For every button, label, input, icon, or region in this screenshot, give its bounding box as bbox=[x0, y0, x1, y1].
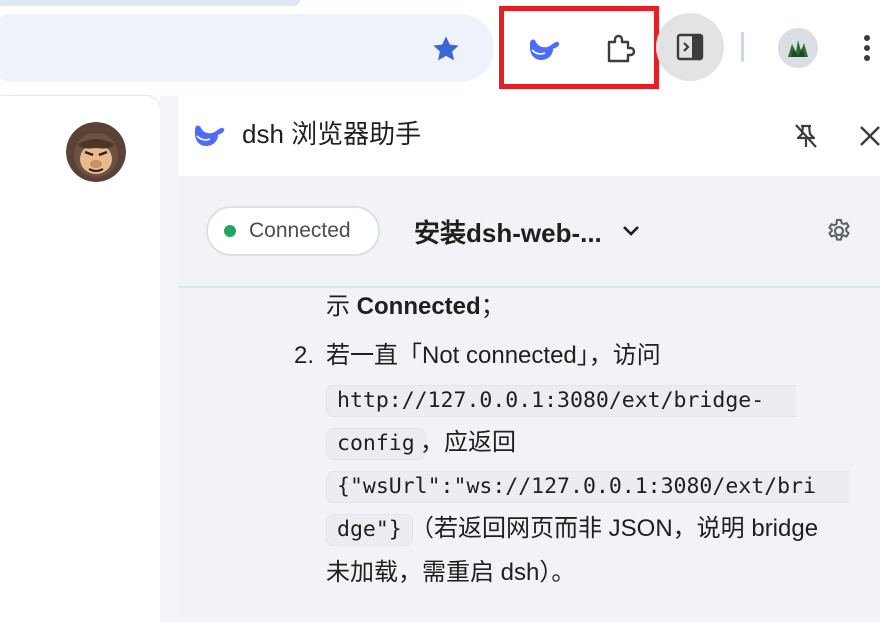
address-bar[interactable] bbox=[0, 14, 494, 82]
session-title: 安装dsh-web-... bbox=[414, 217, 602, 248]
session-dropdown[interactable]: 安装dsh-web-... bbox=[414, 206, 664, 256]
message-text: （若返回网页而非 JSON，说明 bridge bbox=[410, 515, 819, 542]
side-panel-body: Connected 安装dsh-web-... 示 Connected； 2. … bbox=[178, 176, 880, 622]
monkey-avatar-icon bbox=[66, 122, 126, 182]
browser-toolbar bbox=[0, 0, 880, 96]
assistant-message: 示 Connected； 2. 若一直「Not connected」，访问 ht… bbox=[178, 288, 880, 622]
side-panel-toggle-button[interactable] bbox=[656, 13, 724, 81]
browser-menu-button[interactable] bbox=[852, 28, 880, 68]
message-bold-text: Connected bbox=[356, 293, 481, 320]
status-bar: Connected 安装dsh-web-... bbox=[178, 176, 880, 288]
message-text: ，应返回 bbox=[420, 429, 516, 456]
list-item-number: 2. bbox=[294, 342, 315, 369]
toolbar-divider bbox=[741, 32, 744, 62]
inline-code: http://127.0.0.1:3080/ext/bridge- bbox=[326, 385, 796, 417]
dsh-extension-button[interactable] bbox=[519, 22, 571, 74]
side-panel-icon bbox=[676, 33, 704, 61]
dsh-whale-icon bbox=[195, 125, 225, 146]
panel-splitter[interactable] bbox=[160, 96, 178, 622]
unpin-icon bbox=[795, 124, 817, 148]
profile-avatar-button[interactable] bbox=[778, 28, 818, 68]
profile-avatar-icon bbox=[778, 28, 818, 68]
inline-code: dge"} bbox=[326, 514, 413, 546]
bookmark-star-button[interactable] bbox=[424, 27, 468, 71]
puzzle-piece-icon bbox=[607, 34, 636, 63]
list-item-text: 若一直「Not connected」，访问 bbox=[326, 342, 661, 369]
message-text: ； bbox=[480, 293, 505, 320]
side-panel: dsh 浏览器助手 Connected 安装dsh-web-... 示 Conn… bbox=[178, 96, 880, 622]
chevron-down-icon bbox=[622, 225, 640, 237]
extensions-button[interactable] bbox=[594, 22, 646, 74]
page-user-avatar[interactable] bbox=[66, 122, 126, 182]
message-line-1: 示 Connected； bbox=[326, 292, 505, 322]
connection-status-label: Connected bbox=[249, 219, 351, 242]
unpin-button[interactable] bbox=[786, 116, 826, 156]
dsh-whale-icon bbox=[530, 39, 560, 60]
inline-code: config bbox=[326, 428, 426, 460]
connection-status-badge[interactable]: Connected bbox=[206, 206, 380, 256]
tab-strip-edge bbox=[0, 0, 300, 6]
status-dot bbox=[224, 225, 236, 237]
more-vertical-icon bbox=[864, 35, 870, 61]
close-panel-button[interactable] bbox=[850, 116, 880, 156]
settings-button[interactable] bbox=[820, 212, 858, 250]
side-panel-title: dsh 浏览器助手 bbox=[242, 119, 422, 149]
message-text: 示 bbox=[326, 293, 357, 320]
star-icon bbox=[433, 36, 459, 61]
inline-code: {"wsUrl":"ws://127.0.0.1:3080/ext/bri bbox=[326, 471, 850, 503]
gear-icon bbox=[828, 218, 850, 241]
side-panel-header: dsh 浏览器助手 bbox=[178, 96, 880, 176]
close-icon bbox=[860, 126, 880, 146]
message-text: 未加载，需重启 dsh）。 bbox=[326, 559, 576, 586]
